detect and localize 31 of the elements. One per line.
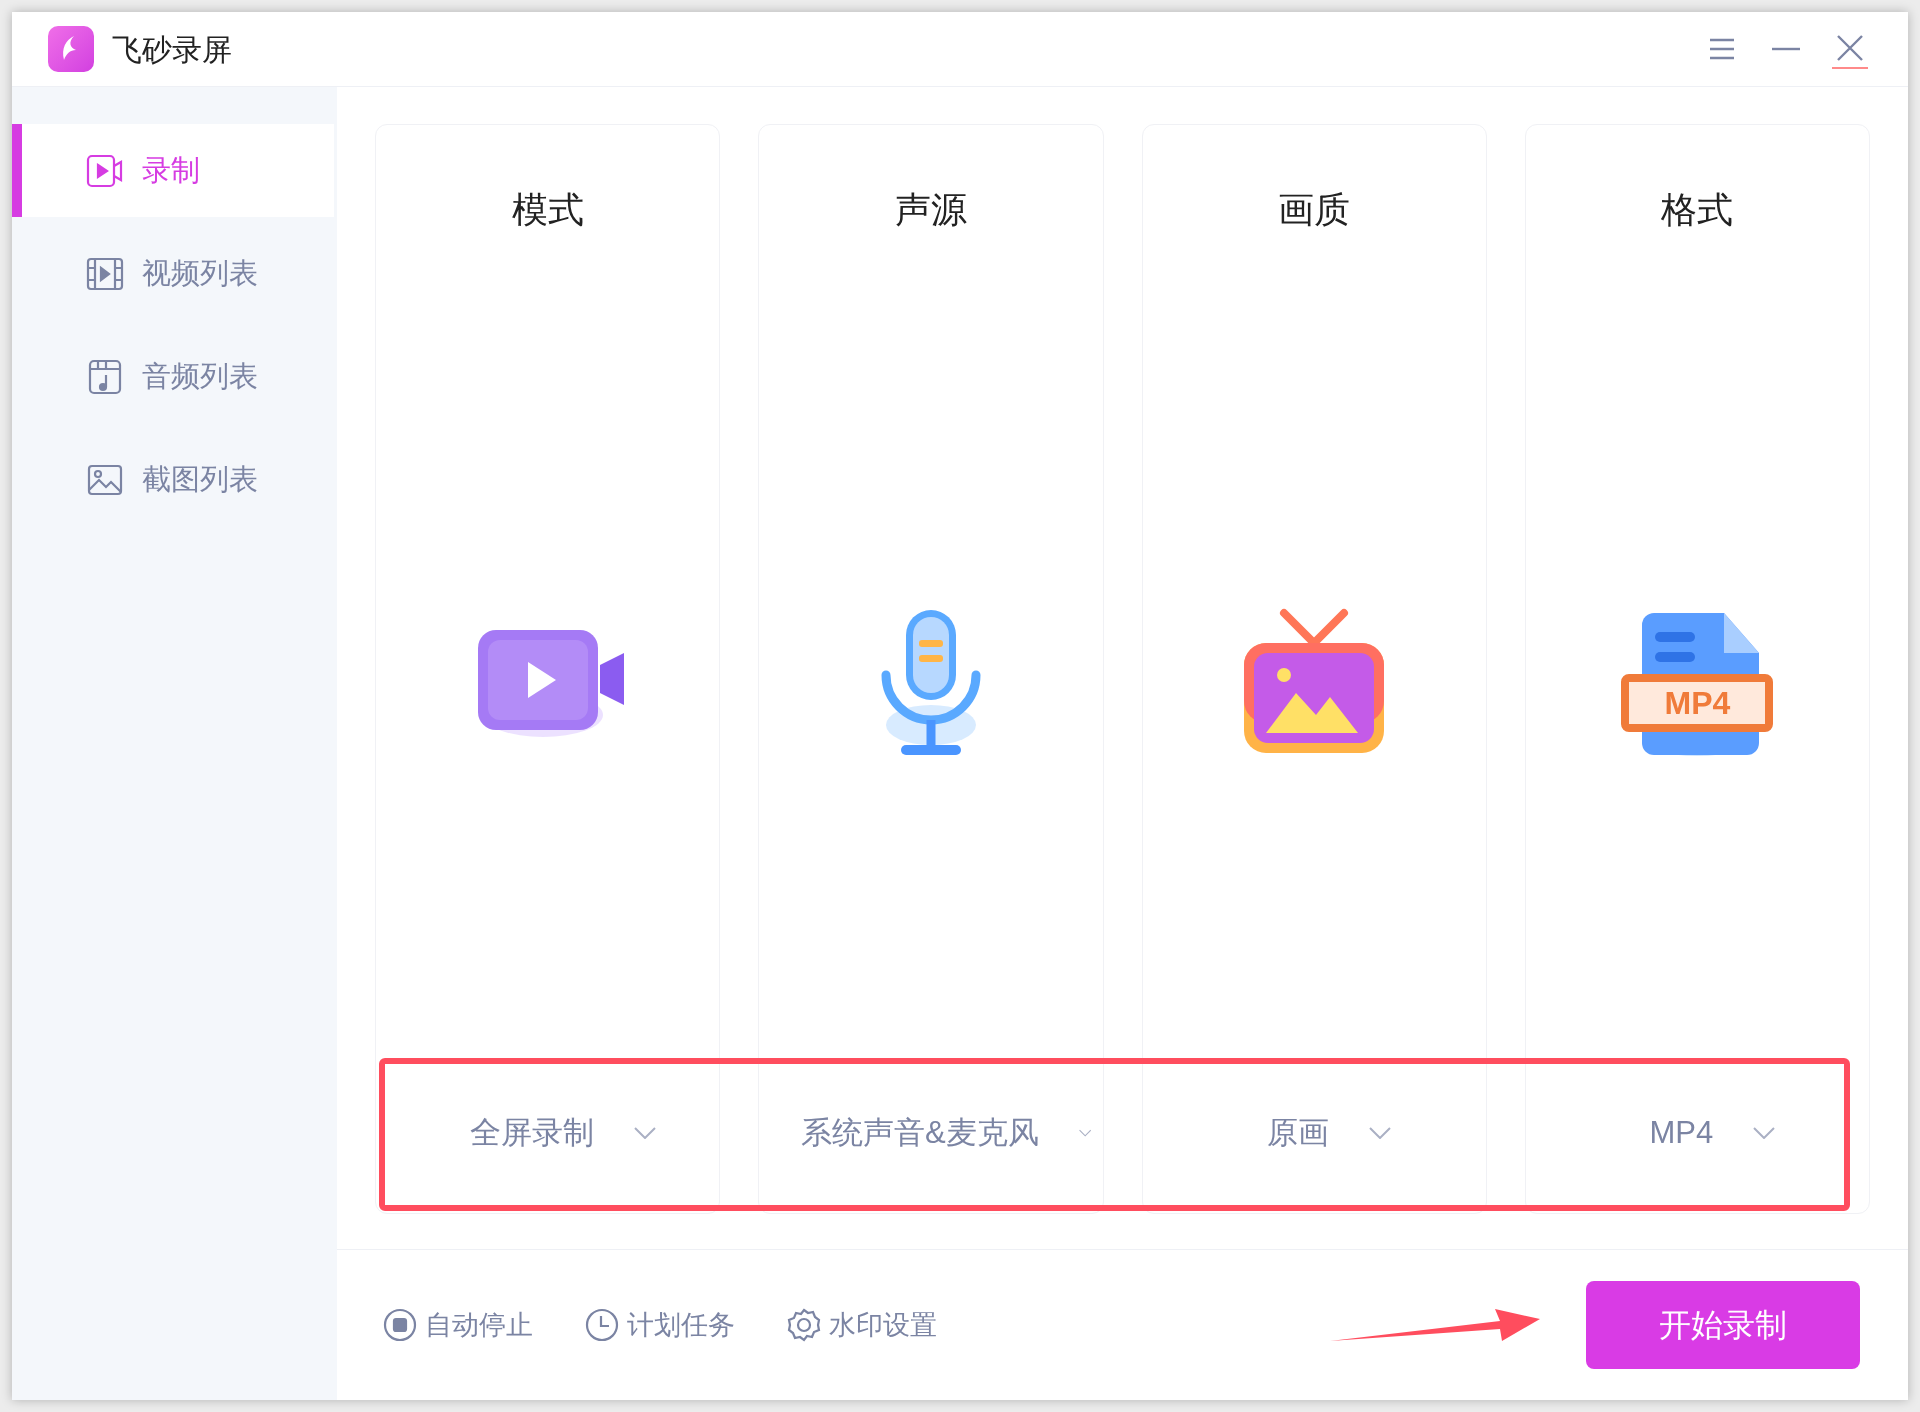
card-title: 声源: [894, 188, 967, 232]
window-title: 飞砂录屏: [112, 31, 232, 68]
start-record-button[interactable]: 开始录制: [1586, 1281, 1860, 1369]
option-link[interactable]: 自动停止: [383, 1304, 533, 1346]
chevron-down-icon: [1369, 1127, 1392, 1139]
film-icon: [86, 255, 124, 292]
dropdown[interactable]: MP4: [1537, 1103, 1858, 1163]
sidebar-item[interactable]: 视频列表: [12, 227, 334, 320]
dropdown[interactable]: 系统声音&麦克风: [770, 1103, 1091, 1163]
option-link[interactable]: 计划任务: [585, 1304, 735, 1346]
app-logo-icon: [48, 26, 94, 72]
settings-icon: [787, 1308, 821, 1342]
card-title: 格式: [1661, 188, 1734, 232]
option-link[interactable]: 水印设置: [787, 1304, 937, 1346]
card-title: 画质: [1278, 188, 1351, 232]
sidebar-item[interactable]: 音频列表: [12, 330, 334, 423]
menu-icon: [1709, 37, 1735, 61]
chevron-down-icon: [633, 1127, 656, 1139]
dropdown[interactable]: 原画: [1154, 1103, 1475, 1163]
chevron-down-icon: [1753, 1127, 1776, 1139]
dropdown[interactable]: 全屏录制: [387, 1103, 708, 1163]
minimize-icon: [1772, 47, 1800, 51]
close-icon: [1837, 35, 1863, 61]
chevron-down-icon: [1078, 1127, 1091, 1139]
card-title: 模式: [511, 188, 584, 232]
video-camera-icon: [86, 152, 124, 189]
sidebar-item[interactable]: 截图列表: [12, 433, 334, 526]
clock-icon: [585, 1308, 619, 1342]
sidebar-item[interactable]: 录制: [12, 124, 334, 217]
stop-icon: [383, 1308, 417, 1342]
music-note-icon: [86, 358, 124, 395]
